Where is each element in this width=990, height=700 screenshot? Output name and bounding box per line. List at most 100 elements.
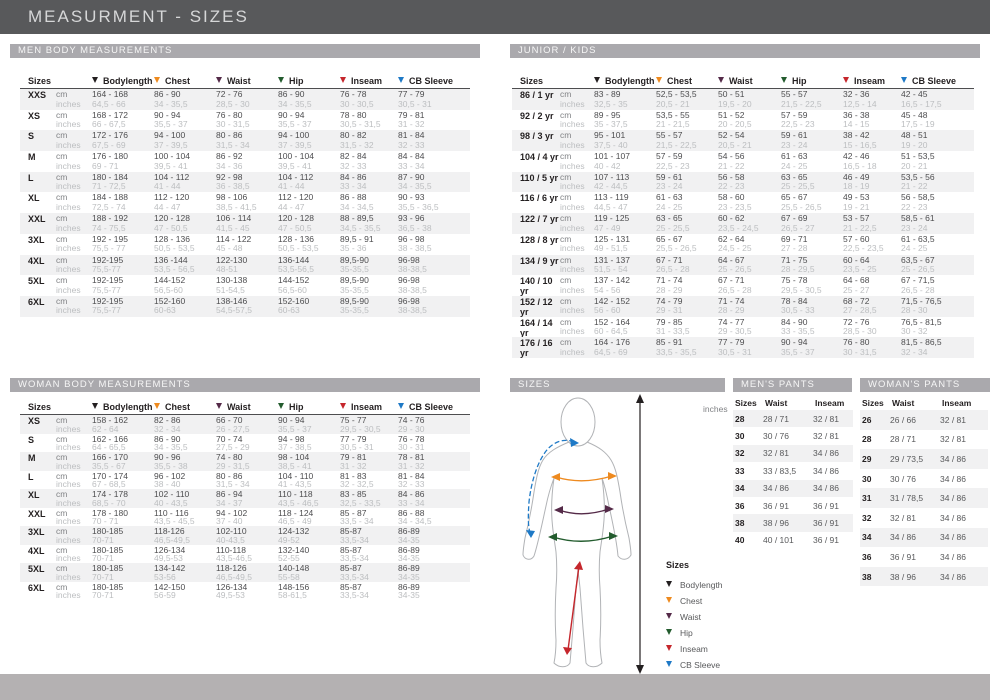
- pants-column-header: Waist: [763, 398, 813, 408]
- measure-cell: 119 - 12547 - 49: [594, 214, 656, 234]
- pants-size: 38: [733, 518, 763, 528]
- size-chart-page: MEASURMENT - SIZES MEN BODY MEASUREMENTS…: [0, 0, 990, 700]
- unit-cell: cminches: [56, 527, 92, 545]
- measure-cell: 71,5 - 76,528 - 30: [901, 297, 971, 317]
- size-label: 5XL: [20, 564, 56, 582]
- measure-cell: 137 - 14254 - 56: [594, 276, 656, 296]
- section-header-mens-pants: MEN'S PANTS: [733, 378, 852, 392]
- table-row: Mcminches176 - 18069 - 71100 - 10439,5 -…: [20, 151, 470, 172]
- measure-cell: 90 - 9435,5 - 37: [278, 416, 340, 434]
- measure-cell: 136 -14453,5 - 56,5: [154, 256, 216, 276]
- pants-size: 34: [733, 483, 763, 493]
- table-row: 3XLcminches180-18570-71118-12646,5-49,51…: [20, 526, 470, 545]
- unit-cell: cminches: [56, 490, 92, 508]
- column-header-waist: Waist: [216, 76, 278, 86]
- measure-cell: 94 - 9837 - 38,5: [278, 435, 340, 453]
- table-row: 86 / 1 yrcminches83 - 8932,5 - 3552,5 - …: [512, 89, 974, 110]
- bodylength-arrow-icon: [92, 403, 98, 409]
- table-row: 98 / 3 yrcminches95 - 10137,5 - 4055 - 5…: [512, 130, 974, 151]
- pants-row: 3030 / 7632 / 81: [733, 427, 853, 444]
- measure-cell: 77 - 7930,5 - 31: [718, 338, 781, 358]
- unit-cell: cminches: [56, 297, 92, 317]
- pants-inseam-value: 34 / 86: [940, 532, 980, 542]
- pants-row: 3434 / 8634 / 86: [860, 528, 988, 548]
- pants-waist-value: 31 / 78,5: [890, 493, 940, 503]
- unit-cell: cminches: [560, 338, 594, 358]
- pants-column-header: Sizes: [860, 398, 890, 408]
- hip-arrow: [548, 532, 618, 541]
- table-row: XScminches168 - 17266 - 67,590 - 9435,5 …: [20, 110, 470, 131]
- pants-row: 2626 / 6632 / 81: [860, 410, 988, 430]
- measure-cell: 84 - 8433 - 34: [398, 152, 470, 172]
- measure-cell: 89,5 - 9135 - 36: [340, 235, 398, 255]
- table-row: XXLcminches188 - 19274 - 75,5120 - 12847…: [20, 213, 470, 234]
- measure-cell: 178 - 18070 - 71: [92, 509, 154, 527]
- measure-cell: 131 - 13751,5 - 54: [594, 256, 656, 276]
- measure-cell: 120 - 12847 - 50,5: [278, 214, 340, 234]
- column-header-inseam: Inseam: [843, 76, 901, 86]
- measure-cell: 128 - 13650,5 - 53,5: [154, 235, 216, 255]
- measure-cell: 55 - 5721,5 - 22,5: [656, 131, 718, 151]
- pants-row: 2929 / 73,534 / 86: [860, 449, 988, 469]
- measure-cell: 72 - 7628,5 - 30: [216, 90, 278, 110]
- waist-arrow-icon: [718, 77, 724, 83]
- measure-cell: 74 - 7729 - 30,5: [718, 318, 781, 338]
- measure-cell: 76,5 - 81,530 - 32: [901, 318, 971, 338]
- measure-cell: 164 - 17664,5 - 69: [594, 338, 656, 358]
- measure-cell: 90 - 9335,5 - 36,5: [398, 193, 470, 213]
- inseam-arrow: [563, 561, 583, 655]
- pants-waist-value: 33 / 83,5: [763, 466, 813, 476]
- pants-inseam-value: 36 / 91: [813, 518, 853, 528]
- unit-cell: cminches: [56, 235, 92, 255]
- pants-waist-value: 36 / 91: [763, 501, 813, 511]
- size-label: 86 / 1 yr: [512, 90, 560, 110]
- pants-waist-value: 34 / 86: [763, 483, 813, 493]
- waist-arrow-icon: [216, 403, 222, 409]
- pants-size: 38: [860, 572, 890, 582]
- measure-cell: 94 - 10037 - 39,5: [154, 131, 216, 151]
- unit-cell: cminches: [560, 256, 594, 276]
- measure-cell: 67 - 7126,5 - 28: [718, 276, 781, 296]
- size-label: XXS: [20, 90, 56, 110]
- measure-cell: 96 - 9838 - 38,5: [398, 235, 470, 255]
- column-header-cb_sleeve: CB Sleeve: [398, 76, 470, 86]
- column-header-waist: Waist: [718, 76, 781, 86]
- measure-cell: 120 - 12847 - 50,5: [154, 214, 216, 234]
- pants-waist-value: 26 / 66: [890, 415, 940, 425]
- table-row: 110 / 5 yrcminches107 - 11342 - 44,559 -…: [512, 172, 974, 193]
- pants-size: 31: [860, 493, 890, 503]
- unit-cell: cminches: [56, 416, 92, 434]
- column-header-cb_sleeve: CB Sleeve: [901, 76, 971, 86]
- measure-cell: 67 - 71,526,5 - 28: [901, 276, 971, 296]
- size-label: 134 / 9 yr: [512, 256, 560, 276]
- measure-cell: 61 - 6324 - 25: [781, 152, 843, 172]
- measure-cell: 132-14052-55: [278, 546, 340, 564]
- body-outline: [523, 398, 631, 667]
- measure-cell: 55 - 5721,5 - 22,5: [781, 90, 843, 110]
- measure-cell: 118 - 12446,5 - 49: [278, 509, 340, 527]
- measure-cell: 85 - 9133,5 - 35,5: [656, 338, 718, 358]
- pants-waist-value: 30 / 76: [890, 474, 940, 484]
- measure-cell: 86-8934-35: [398, 527, 470, 545]
- measure-cell: 125 - 13149 - 51,5: [594, 235, 656, 255]
- measure-cell: 85 - 8733,5 - 34: [340, 509, 398, 527]
- pants-waist-value: 30 / 76: [763, 431, 813, 441]
- size-label: 122 / 7 yr: [512, 214, 560, 234]
- pants-inseam-value: 32 / 81: [940, 434, 980, 444]
- unit-cell: cminches: [560, 173, 594, 193]
- measure-cell: 134-14253-56: [154, 564, 216, 582]
- measure-cell: 176 - 18069 - 71: [92, 152, 154, 172]
- measure-cell: 76 - 7830 - 31: [398, 435, 470, 453]
- measure-cell: 81 - 8432 - 33: [398, 131, 470, 151]
- size-label: M: [20, 453, 56, 471]
- column-header-bodylength: Bodylength: [92, 402, 154, 412]
- measure-cell: 84 - 9033 - 35,5: [781, 318, 843, 338]
- measure-cell: 89,5-9035-35,5: [340, 256, 398, 276]
- pants-header-row: SizesWaistInseam: [860, 394, 988, 410]
- pants-row: 3838 / 9634 / 86: [860, 567, 988, 587]
- pants-column-header: Sizes: [733, 398, 763, 408]
- pants-inseam-value: 36 / 91: [813, 535, 853, 545]
- table-row: Lcminches170 - 17467 - 68,596 - 10238 - …: [20, 471, 470, 490]
- unit-cell: cminches: [560, 318, 594, 338]
- size-label: 3XL: [20, 235, 56, 255]
